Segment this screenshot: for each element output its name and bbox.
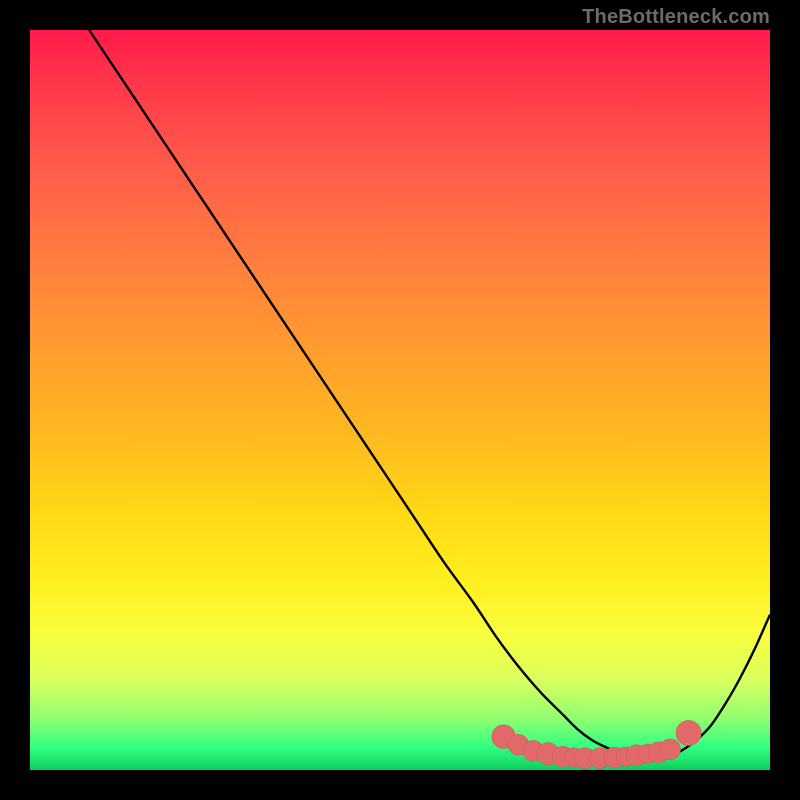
chart-svg [30,30,770,770]
marker-dot [676,720,701,745]
marker-dot [660,739,681,760]
bottleneck-curve [89,30,770,758]
watermark-label: TheBottleneck.com [582,6,770,29]
plot-area [30,30,770,770]
trough-markers [492,720,701,768]
chart-frame: TheBottleneck.com [0,0,800,800]
